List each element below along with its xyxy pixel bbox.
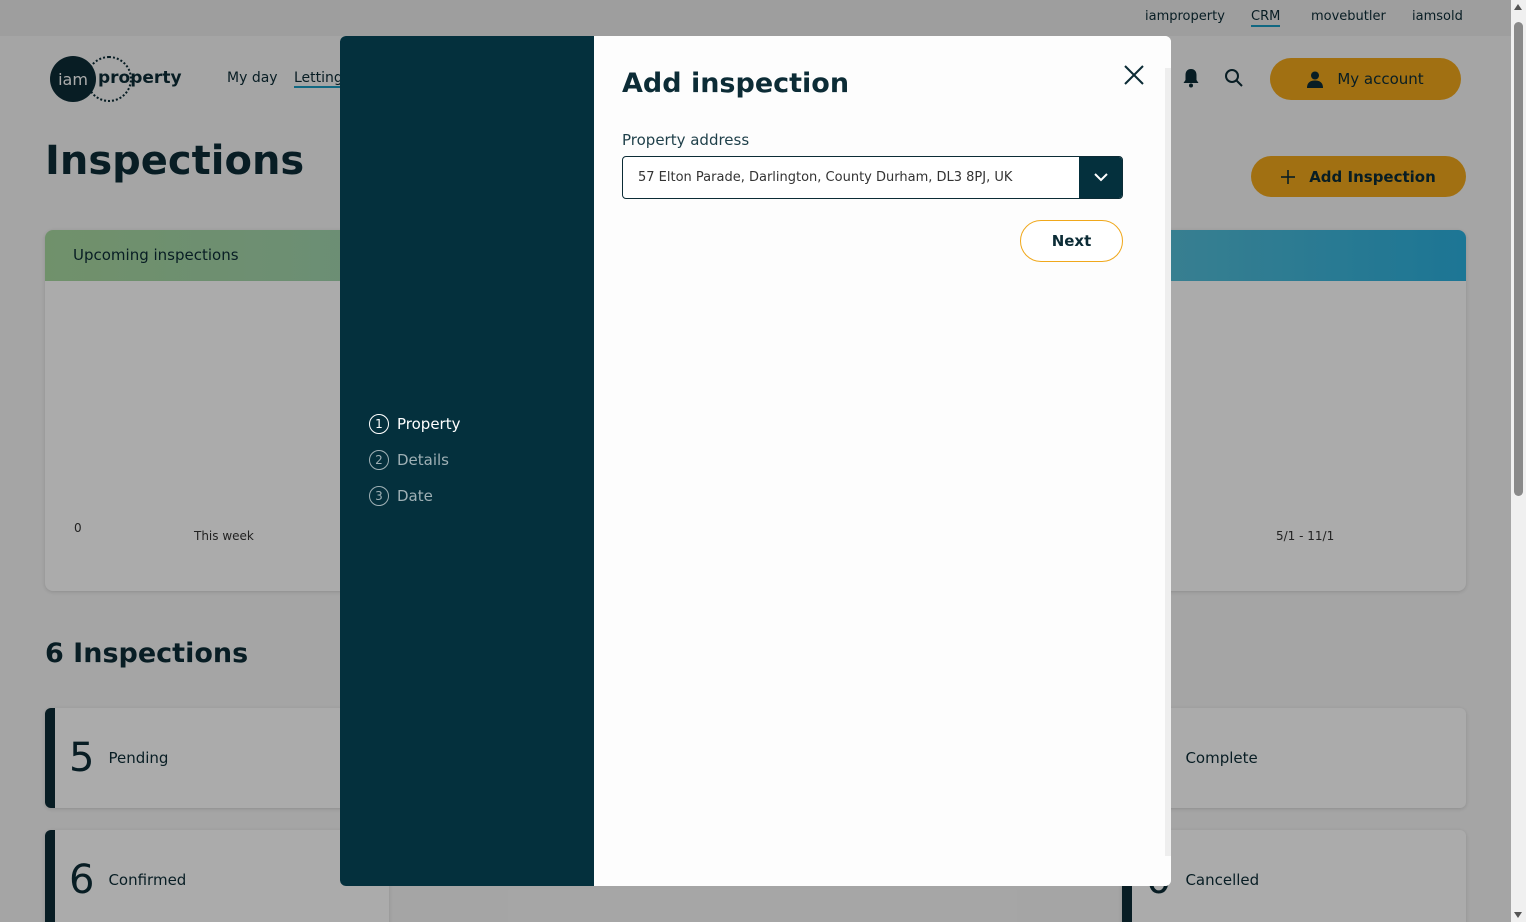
step-property[interactable]: 1 Property <box>369 414 460 434</box>
close-icon[interactable] <box>1122 63 1146 87</box>
step-number: 1 <box>369 414 389 434</box>
step-label: Details <box>397 451 450 469</box>
modal-scrollbar[interactable] <box>1165 68 1171 856</box>
property-address-select[interactable]: 57 Elton Parade, Darlington, County Durh… <box>622 156 1123 199</box>
add-inspection-modal: 1 Property 2 Details 3 Date Add inspecti… <box>340 36 1171 886</box>
modal-title: Add inspection <box>622 68 850 99</box>
scroll-up-arrow-icon[interactable] <box>1514 4 1522 10</box>
step-number: 3 <box>369 486 389 506</box>
select-dropdown-button[interactable] <box>1079 157 1122 198</box>
modal-content: Add inspection Property address 57 Elton… <box>594 36 1171 886</box>
next-button[interactable]: Next <box>1020 220 1123 262</box>
property-address-value: 57 Elton Parade, Darlington, County Durh… <box>638 170 1013 185</box>
scroll-down-arrow-icon[interactable] <box>1514 912 1522 918</box>
modal-steps-panel: 1 Property 2 Details 3 Date <box>340 36 594 886</box>
step-date[interactable]: 3 Date <box>369 486 433 506</box>
step-details[interactable]: 2 Details <box>369 450 449 470</box>
window-scrollbar[interactable] <box>1511 0 1526 922</box>
step-label: Date <box>397 487 433 505</box>
scrollbar-thumb[interactable] <box>1514 22 1523 496</box>
chevron-down-icon <box>1093 173 1108 182</box>
property-address-label: Property address <box>622 131 750 149</box>
step-number: 2 <box>369 450 389 470</box>
step-label: Property <box>397 415 461 433</box>
